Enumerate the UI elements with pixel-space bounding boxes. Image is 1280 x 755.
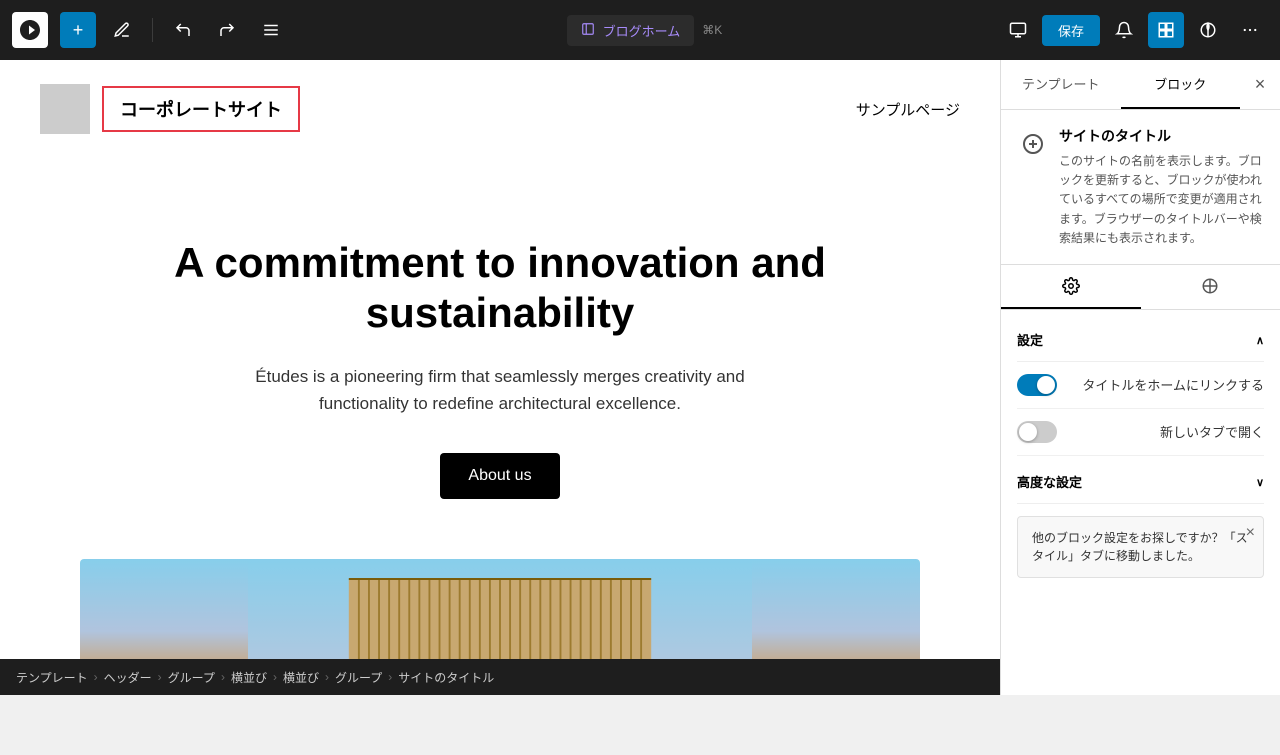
right-panel: テンプレート ブロック × サイトのタイトル このサイトの名前を表示します。ブロ… bbox=[1000, 60, 1280, 695]
url-text: ブログホーム bbox=[603, 21, 681, 40]
site-logo-area: コーポレートサイト bbox=[40, 84, 300, 134]
url-icon bbox=[581, 22, 595, 39]
advanced-label: 高度な設定 bbox=[1017, 472, 1082, 491]
main-layout: コーポレートサイト サンプルページ A commitment to innova… bbox=[0, 60, 1280, 695]
tooltip-close-button[interactable]: × bbox=[1246, 525, 1255, 541]
breadcrumb-group1[interactable]: グループ bbox=[168, 669, 215, 686]
style-tab[interactable] bbox=[1141, 265, 1280, 309]
toggle-knob-2 bbox=[1019, 423, 1037, 441]
block-desc: このサイトの名前を表示します。ブロックを更新すると、ブロックが使われているすべて… bbox=[1059, 152, 1264, 248]
block-info-text: サイトのタイトル このサイトの名前を表示します。ブロックを更新すると、ブロックが… bbox=[1059, 126, 1264, 248]
tooltip-banner: × 他のブロック設定をお探しですか？「スタイル」タブに移動しました。 bbox=[1017, 516, 1264, 578]
save-button[interactable]: 保存 bbox=[1042, 15, 1100, 46]
main-toolbar: + ブログホーム ⌘K 保存 bbox=[0, 0, 1280, 60]
link-home-row: タイトルをホームにリンクする bbox=[1017, 362, 1264, 409]
hero-section: A commitment to innovation and sustainab… bbox=[0, 158, 1000, 559]
tab-block[interactable]: ブロック bbox=[1121, 60, 1241, 109]
desktop-view-button[interactable] bbox=[1000, 12, 1036, 48]
nav-sample-page[interactable]: サンプルページ bbox=[856, 99, 960, 120]
divider-1 bbox=[152, 18, 153, 42]
link-home-toggle[interactable] bbox=[1017, 374, 1057, 396]
about-us-button[interactable]: About us bbox=[440, 453, 559, 499]
toggle-knob bbox=[1037, 376, 1055, 394]
site-header: コーポレートサイト サンプルページ bbox=[0, 60, 1000, 158]
canvas-area: コーポレートサイト サンプルページ A commitment to innova… bbox=[0, 60, 1000, 695]
breadcrumb-template[interactable]: テンプレート bbox=[16, 669, 88, 686]
link-home-label: タイトルをホームにリンクする bbox=[1082, 375, 1264, 394]
logo-image bbox=[40, 84, 90, 134]
breadcrumb-site-title[interactable]: サイトのタイトル bbox=[398, 669, 494, 686]
panel-body: サイトのタイトル このサイトの名前を表示します。ブロックを更新すると、ブロックが… bbox=[1001, 110, 1280, 594]
block-editor-button[interactable] bbox=[1148, 12, 1184, 48]
toolbar-right: 保存 bbox=[1000, 12, 1268, 48]
new-tab-row: 新しいタブで開く bbox=[1017, 409, 1264, 456]
breadcrumb: テンプレート › ヘッダー › グループ › 横並び › 横並び › グループ … bbox=[0, 659, 1000, 695]
hero-description: Études is a pioneering firm that seamles… bbox=[220, 363, 780, 417]
site-title-icon bbox=[1017, 128, 1049, 160]
notification-button[interactable] bbox=[1106, 12, 1142, 48]
settings-section-header[interactable]: 設定 bbox=[1017, 318, 1264, 362]
tab-template[interactable]: テンプレート bbox=[1001, 60, 1121, 109]
list-view-button[interactable] bbox=[253, 12, 289, 48]
advanced-chevron-icon bbox=[1256, 474, 1264, 489]
wp-logo[interactable] bbox=[12, 12, 48, 48]
redo-button[interactable] bbox=[209, 12, 245, 48]
new-tab-toggle[interactable] bbox=[1017, 421, 1057, 443]
canvas-content: コーポレートサイト サンプルページ A commitment to innova… bbox=[0, 60, 1000, 695]
settings-section: 設定 タイトルをホームにリンクする 新しいタブで開く bbox=[1017, 318, 1264, 456]
breadcrumb-header[interactable]: ヘッダー bbox=[104, 669, 152, 686]
block-title: サイトのタイトル bbox=[1059, 126, 1264, 146]
breadcrumb-horizontal1[interactable]: 横並び bbox=[231, 669, 267, 686]
panel-icon-tabs bbox=[1001, 264, 1280, 310]
site-title[interactable]: コーポレートサイト bbox=[102, 86, 300, 132]
hero-title: A commitment to innovation and sustainab… bbox=[40, 238, 960, 339]
breadcrumb-group2[interactable]: グループ bbox=[335, 669, 382, 686]
design-button[interactable] bbox=[104, 12, 140, 48]
settings-tab[interactable] bbox=[1001, 265, 1141, 309]
add-block-button[interactable]: + bbox=[60, 12, 96, 48]
breadcrumb-horizontal2[interactable]: 横並び bbox=[283, 669, 319, 686]
url-bar[interactable]: ブログホーム bbox=[567, 15, 695, 46]
toolbar-center: ブログホーム ⌘K bbox=[297, 15, 992, 46]
panel-close-button[interactable]: × bbox=[1240, 60, 1280, 109]
block-info: サイトのタイトル このサイトの名前を表示します。ブロックを更新すると、ブロックが… bbox=[1017, 126, 1264, 248]
settings-chevron-icon bbox=[1256, 332, 1264, 347]
new-tab-label: 新しいタブで開く bbox=[1160, 422, 1264, 441]
settings-label: 設定 bbox=[1017, 330, 1043, 349]
advanced-settings-header[interactable]: 高度な設定 bbox=[1017, 460, 1264, 504]
tooltip-text: 他のブロック設定をお探しですか？「スタイル」タブに移動しました。 bbox=[1032, 531, 1248, 563]
undo-button[interactable] bbox=[165, 12, 201, 48]
panel-tabs: テンプレート ブロック × bbox=[1001, 60, 1280, 110]
theme-toggle-button[interactable] bbox=[1190, 12, 1226, 48]
more-options-button[interactable] bbox=[1232, 12, 1268, 48]
url-shortcut: ⌘K bbox=[702, 23, 722, 37]
